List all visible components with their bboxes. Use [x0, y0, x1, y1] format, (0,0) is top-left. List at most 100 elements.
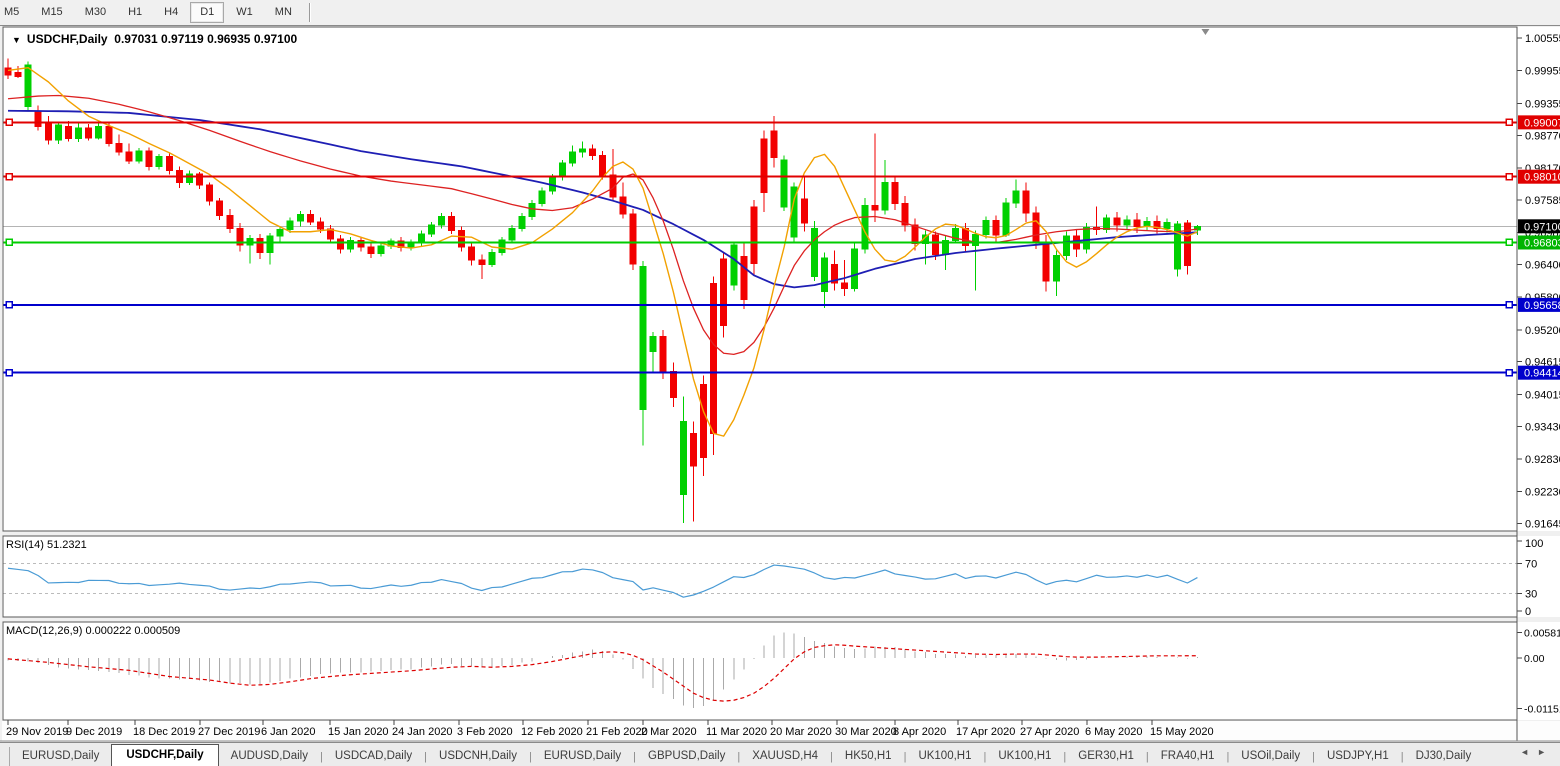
date-label: 6 Jan 2020 [261, 726, 315, 738]
candle-body [851, 248, 859, 289]
candle-body [4, 67, 12, 76]
hline-handle[interactable] [5, 172, 13, 181]
hline-handle[interactable] [1505, 172, 1513, 181]
candle-body [992, 219, 1000, 236]
axis-tick-label: 0.91645 [1525, 519, 1560, 531]
symbol-tab-usoil-daily[interactable]: USOil,Daily [1229, 746, 1312, 766]
chart-canvas[interactable]: 1.005550.999550.993550.987700.981700.975… [0, 0, 1560, 766]
candle-body [1103, 217, 1111, 231]
candle-body [14, 72, 22, 77]
candle-body [115, 142, 123, 153]
candle-body [599, 154, 607, 176]
candle-body [659, 335, 667, 372]
main-price-panel [2, 27, 1560, 531]
candle-body [730, 244, 738, 286]
tab-scroll-left-icon[interactable]: ◄ [1520, 747, 1537, 757]
candle-body [841, 282, 849, 289]
symbol-tab-dj30-daily[interactable]: DJ30,Daily [1404, 746, 1484, 766]
date-label: 18 Dec 2019 [133, 726, 195, 738]
tab-bar-stub [0, 747, 10, 766]
symbol-tab-eurusd-daily[interactable]: EURUSD,Daily [10, 746, 111, 766]
date-label: 12 Feb 2020 [521, 726, 583, 738]
symbol-tab-eurusd-daily[interactable]: EURUSD,Daily [532, 746, 633, 766]
hline-handle[interactable] [1505, 238, 1513, 247]
timeframe-button-d1[interactable]: D1 [190, 2, 225, 23]
candle-body [800, 198, 808, 224]
timeframe-button-w1[interactable]: W1 [226, 2, 263, 23]
symbol-tab-hk50-h1[interactable]: HK50,H1 [833, 746, 904, 766]
candle-body [448, 215, 456, 232]
axis-tick-label: 0.99955 [1525, 66, 1560, 78]
candle-body [1163, 221, 1171, 229]
chart-symbol: USDCHF,Daily [26, 32, 108, 46]
symbol-tab-bar: EURUSD,Daily USDCHF,Daily AUDUSD,Daily | USD… [0, 742, 1560, 766]
timeframe-button-h4[interactable]: H4 [154, 2, 188, 23]
candle-body [1183, 222, 1191, 267]
timeframe-button-m30[interactable]: M30 [75, 2, 116, 23]
symbol-tab-usdcnh-daily[interactable]: USDCNH,Daily [427, 746, 529, 766]
timeframe-button-m15[interactable]: M15 [31, 2, 72, 23]
timeframe-buttons: M5 M15 M30 H1 H4 D1 W1 MN [0, 0, 303, 25]
symbol-tab-audusd-daily[interactable]: AUDUSD,Daily [219, 746, 320, 766]
candle-body [417, 233, 425, 244]
hline-handle[interactable] [5, 238, 13, 247]
chart-dropdown-icon[interactable]: ▼ [12, 35, 21, 45]
timeframe-button-h1[interactable]: H1 [118, 2, 152, 23]
symbol-tab-usdchf-daily[interactable]: USDCHF,Daily [111, 744, 219, 766]
candle-body [1143, 220, 1151, 227]
macd-axis-label: 0.005818 [1524, 627, 1560, 639]
axis-tick-label: 0.97585 [1525, 195, 1560, 207]
symbol-tab-fra40-h1[interactable]: FRA40,H1 [1149, 746, 1227, 766]
candle-body [780, 159, 788, 208]
timeframe-button-m5[interactable]: M5 [0, 2, 29, 23]
price-badge-label: 0.96803 [1524, 237, 1560, 249]
candle-body [337, 238, 345, 250]
candle-body [95, 126, 103, 139]
candle-body [558, 162, 566, 178]
hline-handle[interactable] [1505, 301, 1513, 309]
symbol-tab-usdcad-daily[interactable]: USDCAD,Daily [323, 746, 424, 766]
axis-tick-label: 0.92830 [1525, 454, 1560, 466]
hline-handle[interactable] [1505, 368, 1513, 377]
symbol-tab-xauusd-h4[interactable]: XAUUSD,H4 [740, 746, 830, 766]
date-label: 11 Mar 2020 [706, 726, 767, 738]
timeframe-button-mn[interactable]: MN [265, 2, 302, 23]
candle-body [488, 251, 496, 265]
tab-scroll-right-icon[interactable]: ► [1537, 747, 1554, 757]
symbol-tab-gbpusd-daily[interactable]: GBPUSD,Daily [636, 746, 737, 766]
hline-handle[interactable] [5, 301, 13, 309]
candle-body [1032, 212, 1040, 244]
rsi-axis-label: 70 [1525, 559, 1537, 571]
date-label: 2 Mar 2020 [641, 726, 697, 738]
candle-body [1042, 242, 1050, 282]
hline-handle[interactable] [5, 118, 13, 127]
candle-body [508, 227, 516, 241]
candle-body [679, 420, 687, 495]
candle-body [377, 245, 385, 255]
candle-body [740, 255, 748, 300]
candle-body [881, 182, 889, 211]
symbol-tab-ger30-h1[interactable]: GER30,H1 [1066, 746, 1146, 766]
candle-body [216, 200, 224, 216]
candle-body [760, 138, 768, 194]
timeframe-toolbar: M5 M15 M30 H1 H4 D1 W1 MN [0, 0, 1560, 26]
date-label: 29 Nov 2019 [6, 726, 68, 738]
date-label: 27 Dec 2019 [198, 726, 260, 738]
price-badge-label: 0.97100 [1524, 221, 1560, 233]
axis-tick-label: 0.94015 [1525, 389, 1560, 401]
symbol-tab-usdjpy-h1[interactable]: USDJPY,H1 [1315, 746, 1401, 766]
candle-body [1062, 235, 1070, 257]
candle-body [165, 156, 173, 172]
candle-body [105, 126, 113, 144]
symbol-tab-uk100-h1[interactable]: UK100,H1 [986, 746, 1063, 766]
candle-body [639, 266, 647, 410]
symbol-tab-uk100-h1[interactable]: UK100,H1 [906, 746, 983, 766]
candle-body [286, 220, 294, 231]
hline-handle[interactable] [5, 368, 13, 377]
candle-body [820, 257, 828, 293]
candle-body [1022, 190, 1030, 214]
hline-handle[interactable] [1505, 118, 1513, 127]
candle-body [135, 150, 143, 162]
candle-body [125, 151, 133, 162]
candle-body [196, 173, 204, 186]
